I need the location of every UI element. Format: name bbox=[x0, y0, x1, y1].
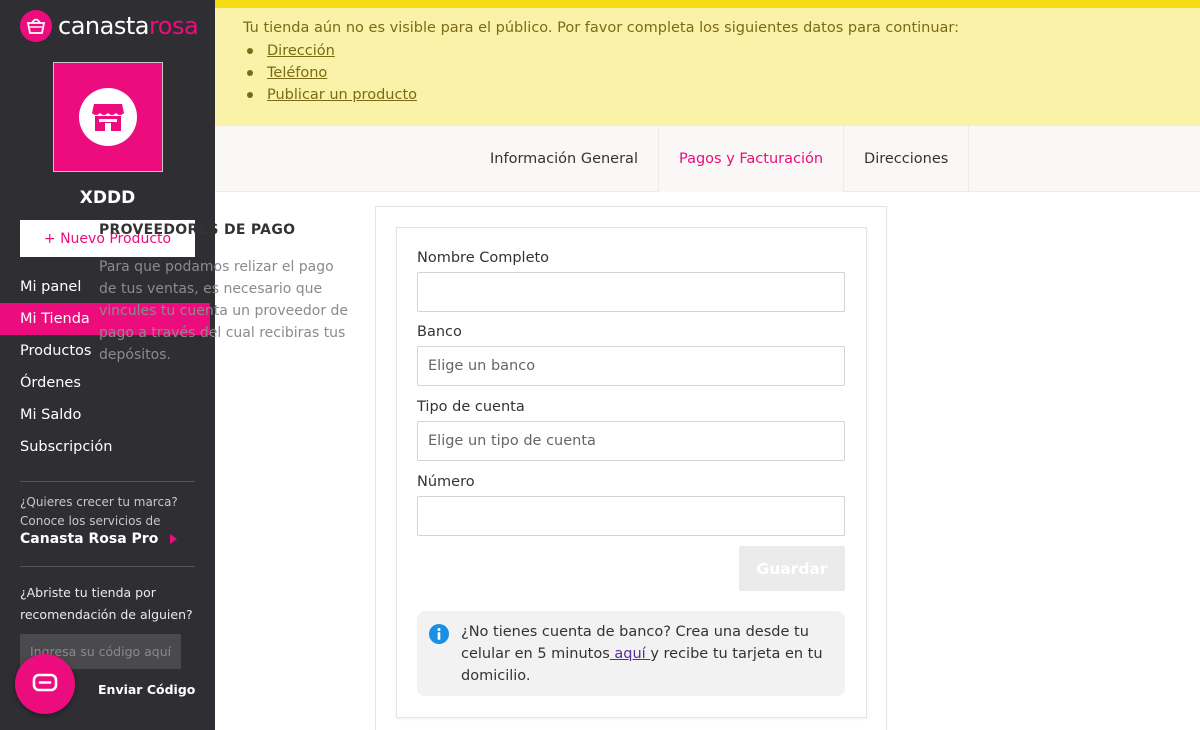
send-code-button[interactable]: Enviar Código bbox=[98, 682, 195, 697]
promo-line-2: Conoce los servicios de bbox=[20, 514, 161, 528]
number-label: Número bbox=[417, 474, 475, 490]
divider bbox=[20, 481, 195, 482]
list-item: Teléfono bbox=[247, 62, 1200, 84]
basket-icon bbox=[20, 10, 52, 42]
banner-link-direccion[interactable]: Dirección bbox=[267, 43, 335, 59]
section-description: Para que podamos relizar el pago de tus … bbox=[99, 259, 349, 363]
section-title: PROVEEDORES DE PAGO bbox=[99, 222, 296, 238]
save-button[interactable]: Guardar bbox=[739, 546, 845, 591]
sidebar-item-mi-saldo[interactable]: Mi Saldo bbox=[0, 399, 215, 431]
chat-icon bbox=[32, 673, 58, 692]
store-avatar[interactable] bbox=[53, 62, 163, 172]
full-name-input[interactable] bbox=[417, 272, 845, 312]
info-link-aqui[interactable]: aquí bbox=[610, 646, 651, 662]
store-icon bbox=[79, 88, 137, 146]
tab-direcciones[interactable]: Direcciones bbox=[844, 126, 970, 192]
store-name: XDDD bbox=[79, 188, 136, 208]
logo-text: canastarosa bbox=[58, 12, 199, 40]
promo-line-1: ¿Quieres crecer tu marca? bbox=[20, 495, 178, 509]
promo-link-label: Canasta Rosa Pro bbox=[20, 531, 159, 547]
tab-informacion-general[interactable]: Información General bbox=[470, 126, 659, 192]
sidebar-item-subscripcion[interactable]: Subscripción bbox=[0, 431, 215, 463]
store-visibility-banner: Tu tienda aún no es visible para el públ… bbox=[215, 0, 1200, 126]
banner-link-telefono[interactable]: Teléfono bbox=[267, 65, 327, 81]
list-item: Publicar un producto bbox=[247, 84, 1200, 106]
tab-bar: Información General Pagos y Facturación … bbox=[215, 126, 1200, 192]
bank-account-info: ¿No tienes cuenta de banco? Crea una des… bbox=[417, 611, 845, 696]
bank-select[interactable] bbox=[417, 346, 845, 386]
referral-text: ¿Abriste tu tienda por recomendación de … bbox=[20, 585, 193, 622]
banner-list: Dirección Teléfono Publicar un producto bbox=[243, 40, 1200, 106]
number-input[interactable] bbox=[417, 496, 845, 536]
full-name-label: Nombre Completo bbox=[417, 250, 550, 266]
account-type-select[interactable] bbox=[417, 421, 845, 461]
logo[interactable]: canastarosa bbox=[20, 10, 199, 42]
canasta-rosa-pro-link[interactable]: Canasta Rosa Pro bbox=[20, 531, 178, 547]
banner-link-publicar-producto[interactable]: Publicar un producto bbox=[267, 87, 417, 103]
chat-button[interactable] bbox=[15, 654, 75, 714]
bank-label: Banco bbox=[417, 324, 462, 340]
divider bbox=[20, 566, 195, 567]
banner-message: Tu tienda aún no es visible para el públ… bbox=[243, 20, 960, 36]
info-icon bbox=[429, 624, 449, 644]
promo-text: ¿Quieres crecer tu marca? Conoce los ser… bbox=[20, 493, 200, 531]
list-item: Dirección bbox=[247, 40, 1200, 62]
play-arrow-icon bbox=[170, 534, 178, 544]
account-type-label: Tipo de cuenta bbox=[417, 399, 525, 415]
tab-pagos-facturacion[interactable]: Pagos y Facturación bbox=[658, 126, 845, 192]
sidebar-item-ordenes[interactable]: Órdenes bbox=[0, 367, 215, 399]
